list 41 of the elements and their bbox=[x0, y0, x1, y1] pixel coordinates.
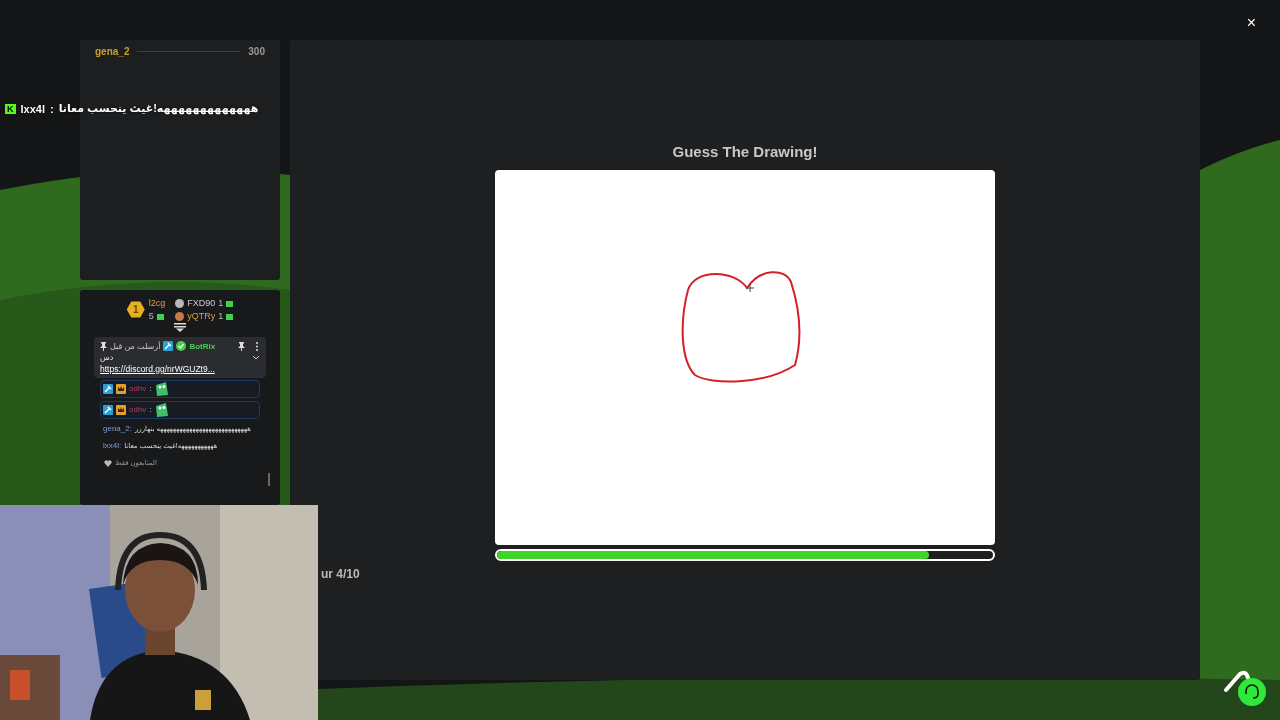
player-name: yQTRy bbox=[187, 311, 216, 321]
game-title: Guess The Drawing! bbox=[672, 143, 818, 162]
player-count: 5 bbox=[148, 311, 154, 321]
scroll-down-icon[interactable] bbox=[174, 323, 186, 332]
player-name: gena_2 bbox=[95, 46, 130, 57]
chat-username: lxx4l: bbox=[103, 441, 122, 451]
rank-medal: 1 bbox=[126, 300, 145, 319]
player-score: 300 bbox=[248, 46, 265, 57]
frog-emote-icon bbox=[154, 382, 168, 396]
heart-icon bbox=[104, 459, 112, 467]
hammer-icon bbox=[103, 405, 113, 415]
chat-username: gena_2: bbox=[103, 424, 132, 434]
player-name: FXD90 bbox=[187, 298, 216, 308]
player-count: 1 bbox=[218, 298, 224, 308]
chat-separator: : bbox=[149, 405, 152, 415]
crown-icon bbox=[116, 384, 126, 394]
frog-emote-icon bbox=[154, 403, 168, 417]
chat-username: lxx4l bbox=[20, 102, 45, 115]
verified-icon bbox=[176, 341, 187, 351]
hammer-icon bbox=[103, 384, 113, 394]
cursor-icon bbox=[745, 283, 755, 293]
chat-separator: : bbox=[149, 384, 152, 394]
pinned-text: دس bbox=[100, 353, 115, 362]
discord-link[interactable]: https://discord.gg/nrWGUZt9... bbox=[100, 364, 260, 374]
close-button[interactable]: × bbox=[1242, 14, 1260, 32]
chat-separator: : bbox=[49, 102, 54, 115]
chevron-icon[interactable] bbox=[252, 354, 260, 361]
chat-username: odhv bbox=[129, 384, 147, 394]
gift-icon bbox=[156, 312, 164, 320]
platform-badge: K bbox=[5, 103, 16, 114]
crown-icon bbox=[116, 405, 126, 415]
player-name: l2cg bbox=[148, 298, 166, 308]
hammer-icon bbox=[163, 341, 174, 351]
player-count: 1 bbox=[218, 311, 224, 321]
pinned-by-label: أرسلت من قبل bbox=[110, 341, 161, 351]
pin-icon bbox=[100, 341, 107, 351]
round-counter: ur 4/10 bbox=[321, 567, 360, 581]
author-name: BotRix bbox=[189, 341, 216, 351]
chat-username: odhv bbox=[129, 405, 147, 415]
chat-text: هههههههههههههه!غيث ينحسب معانا bbox=[58, 102, 259, 115]
pin-icon bbox=[238, 341, 245, 351]
